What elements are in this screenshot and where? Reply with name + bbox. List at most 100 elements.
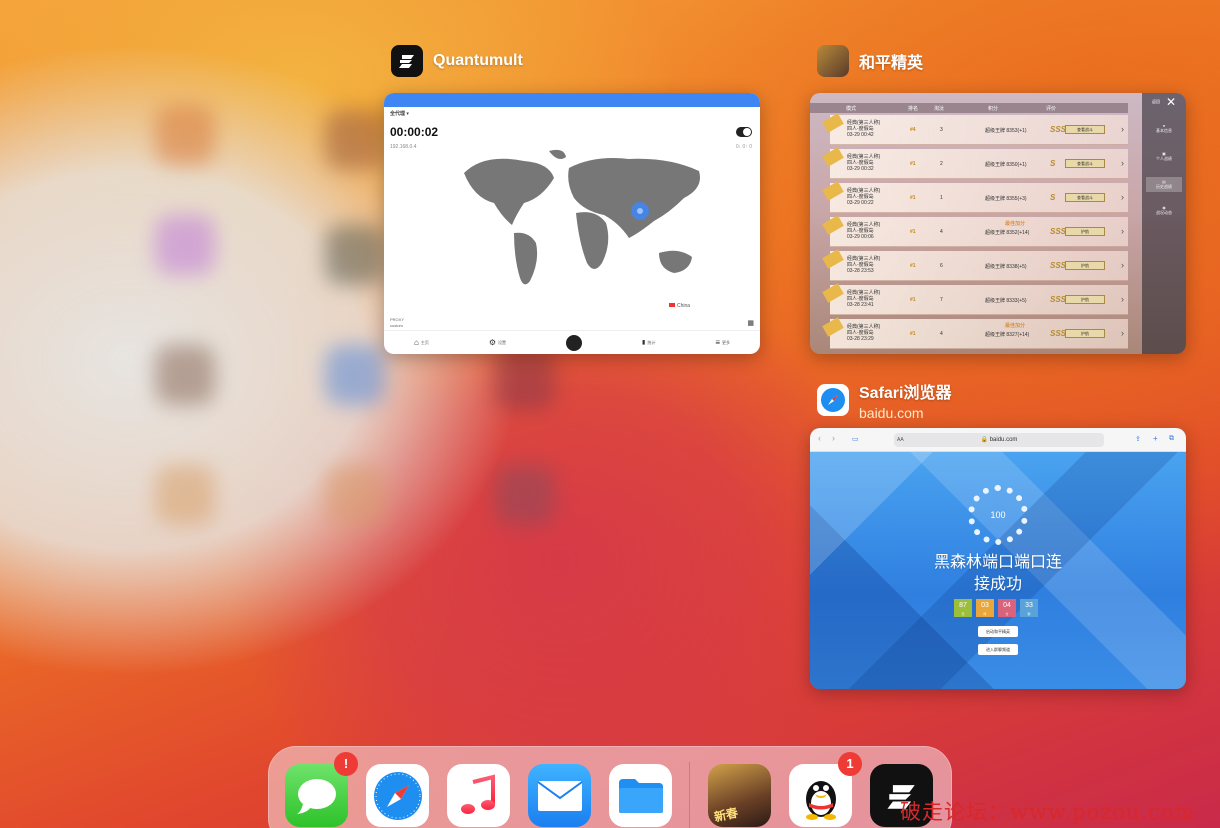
qq-penguin-icon	[805, 780, 836, 820]
record-score: 超级王牌 8350(+1)	[985, 162, 1027, 168]
dock-peace-elite[interactable]: 新春	[708, 764, 771, 827]
blurred-home-icon	[155, 105, 215, 165]
record-rank: #1	[910, 331, 916, 337]
quantumult-app-header[interactable]: Quantumult	[391, 45, 523, 77]
home-icon: ⌂	[414, 338, 419, 347]
side-item-status: ◉ 战况动态	[1156, 205, 1172, 215]
game-app-header[interactable]: 和平精英	[817, 45, 923, 77]
side-item-personal: ▣ 个人战绩	[1156, 151, 1172, 161]
quantumult-toggle	[736, 127, 752, 137]
peace-elite-app-icon	[817, 45, 849, 77]
address-bar: 🔒 baidu.com	[894, 433, 1104, 447]
forward-icon: ›	[832, 433, 835, 443]
peace-elite-label: 新春	[712, 805, 740, 825]
countdown-box: 87 天	[954, 599, 972, 617]
progress-ring: 100	[968, 485, 1028, 545]
back-label: 返回	[1152, 99, 1160, 104]
safari-app-subtitle: baidu.com	[859, 405, 924, 421]
record-rank: #1	[910, 297, 916, 303]
record-action-button: 护航	[1065, 329, 1105, 338]
record-score: 超级王牌 8352(+14)	[985, 230, 1030, 236]
record-rank: #1	[910, 195, 916, 201]
blurred-home-icon	[325, 110, 385, 170]
blurred-home-icon	[495, 465, 555, 525]
join-group-button: 进入群聊频道	[978, 644, 1018, 655]
record-rank: #4	[910, 127, 916, 133]
dock-mail[interactable]	[528, 764, 591, 827]
chevron-right-icon: ›	[1121, 260, 1124, 270]
tab-settings: ⚙ 设置	[488, 338, 507, 347]
side-item-info: ● 基本信息	[1156, 123, 1172, 133]
record-row: 经典(第三人称) 四人-度假岛 03-28 23:29 #1 4 超级王牌 8327(+1…	[822, 317, 1128, 349]
quantumult-tab-bar: ⌂ 主页 ⚙ 设置 ▮ 统计 ≡ 更多	[384, 330, 760, 354]
rank-badge	[822, 147, 844, 167]
record-action-button: 查看战斗	[1065, 125, 1105, 134]
quantumult-stats: 0↓ 0↑ 0	[735, 144, 752, 150]
tab-stats: ▮ 统计	[642, 339, 656, 347]
record-grade: S	[1050, 193, 1056, 202]
quantumult-center-icon	[566, 334, 583, 351]
bookmarks-icon: ▭	[852, 436, 859, 443]
close-icon: ✕	[1165, 95, 1176, 109]
record-action-button: 护航	[1065, 295, 1105, 304]
record-grade: S	[1050, 159, 1056, 168]
blurred-home-icon	[495, 350, 555, 410]
files-icon	[618, 778, 663, 813]
reader-aa: AA	[897, 437, 904, 443]
record-kills: 4	[940, 331, 943, 337]
gear-icon: ⚙	[488, 338, 497, 347]
record-kills: 2	[940, 161, 943, 167]
record-kills: 4	[940, 229, 943, 235]
chevron-right-icon: ›	[1121, 226, 1124, 236]
tab-more: ≡ 更多	[715, 338, 730, 347]
safari-app-header[interactable]: Safari浏览器 baidu.com	[817, 379, 951, 421]
side-item-history: ▤ 历史战绩	[1146, 177, 1182, 192]
blurred-home-icon	[325, 225, 385, 285]
record-grade: SSS	[1050, 295, 1067, 304]
record-grade: SSS	[1050, 125, 1067, 134]
game-app-card[interactable]: 模式 排名 淘汰 积分 评价 经典(第三人称) 四人-度假岛 03-29 00:42…	[810, 93, 1186, 354]
map-legend: China	[669, 303, 690, 309]
record-row: 经典(第三人称) 四人-度假岛 03-29 00:22 #1 1 超级王牌 8355(+3…	[822, 181, 1128, 213]
record-kills: 1	[940, 195, 943, 201]
blurred-home-icon	[155, 345, 215, 405]
record-mode: 经典(第三人称) 四人-度假岛 03-29 00:42	[847, 120, 881, 138]
record-rank: #1	[910, 161, 916, 167]
record-row: 经典(第三人称) 四人-度假岛 03-29 00:32 #1 2 超级王牌 8350(+1…	[822, 147, 1128, 179]
dock-music[interactable]	[447, 764, 510, 827]
world-map	[464, 149, 700, 285]
dock-safari[interactable]	[366, 764, 429, 827]
safari-app-card[interactable]: ‹ › ▭ 🔒 baidu.com AA ⇪ + ⧉ 100 黑森林端口端口连 …	[810, 428, 1186, 689]
blurred-home-icon	[325, 465, 385, 525]
countdown-box: 33 秒	[1020, 599, 1038, 617]
grid-icon: ▦	[747, 320, 754, 327]
chevron-right-icon: ›	[1121, 124, 1124, 134]
safari-toolbar: ‹ › ▭ 🔒 baidu.com AA ⇪ + ⧉	[810, 428, 1186, 452]
record-action-button: 查看战斗	[1065, 193, 1105, 202]
record-note: 最佳加分	[1005, 221, 1026, 227]
dock-separator	[689, 762, 690, 828]
chevron-right-icon: ›	[1121, 294, 1124, 304]
forum-watermark: 破走论坛：www.pozou.com	[900, 800, 1196, 824]
rank-badge	[822, 113, 844, 133]
chevron-right-icon: ›	[1121, 328, 1124, 338]
music-icon	[460, 773, 495, 814]
tab-home: ⌂ 主页	[414, 338, 429, 347]
rank-badge	[822, 215, 844, 235]
blurred-home-icon	[325, 345, 385, 405]
record-mode: 经典(第三人称) 四人-度假岛 03-29 00:06	[847, 222, 881, 240]
mail-icon	[536, 780, 583, 811]
record-mode: 经典(第三人称) 四人-度假岛 03-28 23:29	[847, 324, 881, 342]
quantumult-app-card[interactable]: 全代理 ▾ 00:00:02 192.168.0.4 0↓ 0↑ 0 China…	[384, 93, 760, 354]
record-grade: SSS	[1050, 261, 1067, 270]
dock-files[interactable]	[609, 764, 672, 827]
record-row: 经典(第三人称) 四人-度假岛 03-28 23:53 #1 6 超级王牌 8338(+5…	[822, 249, 1128, 281]
game-app-name: 和平精英	[859, 55, 924, 72]
rank-badge	[822, 249, 844, 269]
record-row: 经典(第三人称) 四人-度假岛 03-28 23:41 #1 7 超级王牌 8333(+5…	[822, 283, 1128, 315]
chevron-right-icon: ›	[1121, 192, 1124, 202]
more-icon: ≡	[715, 338, 720, 347]
messages-badge: !	[334, 752, 358, 776]
safari-app-icon	[817, 384, 849, 416]
record-kills: 6	[940, 263, 943, 269]
